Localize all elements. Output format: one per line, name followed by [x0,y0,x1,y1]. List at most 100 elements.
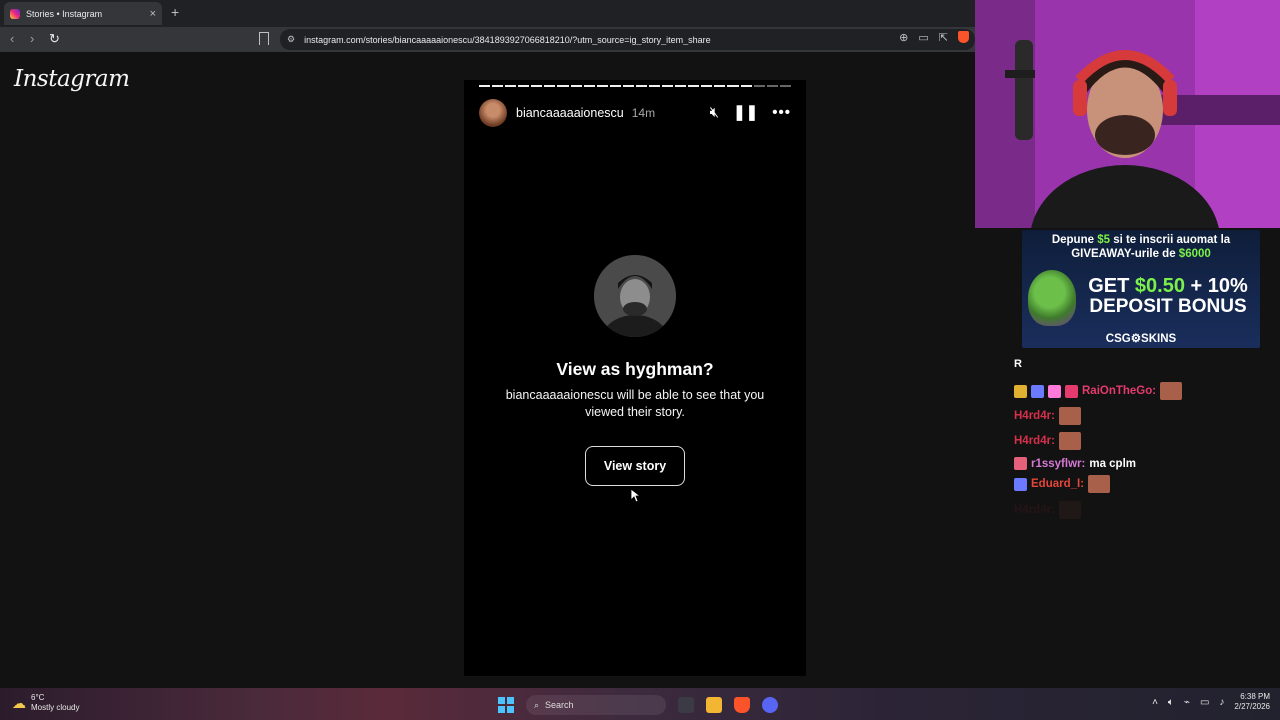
chat-username[interactable]: RaiOnTheGo: [1082,385,1156,397]
profile-photo-icon [594,255,676,337]
instagram-page: Instagram biancaaaaaionescu 14m 🔇︎ ❚❚ ••… [0,52,975,688]
search-icon: ⌕ [534,699,540,710]
ad-amount: $0.50 [1134,275,1185,297]
chat-username[interactable]: H4rd4r: [1014,435,1055,447]
url-text[interactable]: instagram.com/stories/biancaaaaaionescu/… [304,35,711,45]
progress-segment [649,85,661,87]
progress-segment [701,85,713,87]
volume-icon[interactable]: ♪ [1219,697,1224,708]
chat-username[interactable]: H4rd4r: [1014,504,1055,516]
display-icon[interactable]: ▭ [1200,697,1209,708]
weather-text: 6°C Mostly cloudy [31,693,79,713]
brave-shields-icon[interactable] [958,31,969,43]
view-as-title: View as hyghman? [556,359,714,379]
site-settings-icon[interactable]: ⚙ [287,34,295,45]
story-username[interactable]: biancaaaaaionescu [516,106,624,120]
chat-message: H4rd4r: [1014,501,1081,519]
back-arrow-icon[interactable]: ‹ [10,32,14,46]
chevron-up-icon[interactable]: ˄ [1152,697,1158,708]
chat-emote-icon [1058,407,1081,425]
chat-username[interactable]: r1ssyflwr: [1031,458,1085,470]
browser-window: Stories • Instagram × + ‹ › ↻ ⚙ instagra… [0,0,975,688]
pause-icon[interactable]: ❚❚ [733,105,758,121]
chat-message: H4rd4r: [1014,407,1081,425]
chat-emote-icon [1088,475,1111,493]
progress-segment [531,85,543,87]
view-story-button[interactable]: View story [585,446,685,486]
more-options-icon[interactable]: ••• [772,105,791,121]
progress-segment [479,85,491,87]
progress-segment [688,85,700,87]
weather-temp: 6°C [31,693,45,702]
bookmark-icon[interactable] [259,32,269,45]
search-label: Search [545,700,574,710]
forward-arrow-icon[interactable]: › [30,32,34,46]
instagram-logo[interactable]: Instagram [14,66,130,92]
mouse-cursor-icon [630,488,640,503]
ad-text: si te inscrii auomat la [1110,234,1231,246]
chat-message: H4rd4r: [1014,432,1081,450]
windows-start-icon[interactable] [498,697,514,713]
tab-stories-instagram[interactable]: Stories • Instagram × [4,2,162,25]
progress-segment [753,85,765,87]
story-header: biancaaaaaionescu 14m 🔇︎ ❚❚ ••• [479,98,791,128]
zoom-icon[interactable]: ⊕ [899,31,908,44]
weather-widget[interactable]: ☁ 6°C Mostly cloudy [12,693,79,713]
tab-bar: Stories • Instagram × + [0,0,975,27]
clock[interactable]: 6:38 PM 2/27/2026 [1234,692,1270,712]
chat-badge-icon [1048,384,1061,398]
webcam-overlay [975,0,1280,228]
progress-segment [596,85,608,87]
speaker-icon[interactable]: 🔈︎ [1168,697,1174,708]
cast-icon[interactable]: ▭ [918,31,928,44]
weather-desc: Mostly cloudy [31,703,80,712]
story-controls: 🔇︎ ❚❚ ••• [710,105,791,121]
ad-amount: $5 [1097,234,1110,246]
chat-message: RaiOnTheGo: [1014,382,1183,400]
taskbar-search[interactable]: ⌕ Search [526,695,666,715]
muted-speaker-icon[interactable]: 🔇︎ [710,105,719,121]
progress-segment [622,85,634,87]
progress-segment [518,85,530,87]
clock-time: 6:38 PM [1240,692,1270,701]
chat-username[interactable]: Eduard_I: [1031,478,1084,490]
address-bar-actions: ⊕ ▭ ⇱ [899,31,969,44]
story-user-avatar[interactable] [479,99,507,127]
chat-header-letter: R [1014,358,1022,370]
reload-icon[interactable]: ↻ [49,32,60,46]
close-tab-icon[interactable]: × [150,8,156,20]
ad-text: GET [1088,275,1135,297]
streamer-webcam-image [975,0,1280,228]
chat-badge-icon [1014,384,1027,398]
network-icon[interactable]: ⌁ [1184,697,1190,708]
taskbar-apps: ⌕ Search [498,695,778,715]
windows-taskbar: ☁ 6°C Mostly cloudy ⌕ Search ˄ 🔈︎ ⌁ ▭ ♪ [0,688,1280,720]
new-tab-button[interactable]: + [171,4,179,20]
viewer-profile-avatar [594,255,676,337]
ad-headline-1: GET $0.50 + 10% [1078,275,1258,297]
chat-message: r1ssyflwr: ma cplm [1014,457,1136,470]
ad-text: Depune [1051,234,1098,246]
chat-badge-icon [1014,457,1027,470]
brave-browser-icon[interactable] [734,697,750,713]
story-time: 14m [631,106,656,120]
progress-segment [609,85,621,87]
ad-brand-logo: CSG⚙SKINS [1105,333,1177,345]
address-bar[interactable]: ⚙ instagram.com/stories/biancaaaaaionesc… [280,29,975,50]
clock-date: 2/27/2026 [1234,702,1270,711]
chat-username[interactable]: H4rd4r: [1014,410,1055,422]
task-view-icon[interactable] [678,697,694,713]
progress-segment [740,85,752,87]
ad-headline-2: DEPOSIT BONUS [1089,296,1247,317]
file-explorer-icon[interactable] [706,697,722,713]
ad-amount: $6000 [1178,248,1211,260]
sponsor-banner[interactable]: Depune $5 si te inscrii auomat la GIVEAW… [1022,230,1260,348]
progress-segment [766,85,778,87]
discord-icon[interactable] [762,697,778,713]
progress-segment [714,85,726,87]
tab-title: Stories • Instagram [26,8,103,19]
progress-segment [557,85,569,87]
share-icon[interactable]: ⇱ [939,31,948,44]
story-viewer: biancaaaaaionescu 14m 🔇︎ ❚❚ ••• View as … [464,80,806,676]
progress-segment [492,85,504,87]
